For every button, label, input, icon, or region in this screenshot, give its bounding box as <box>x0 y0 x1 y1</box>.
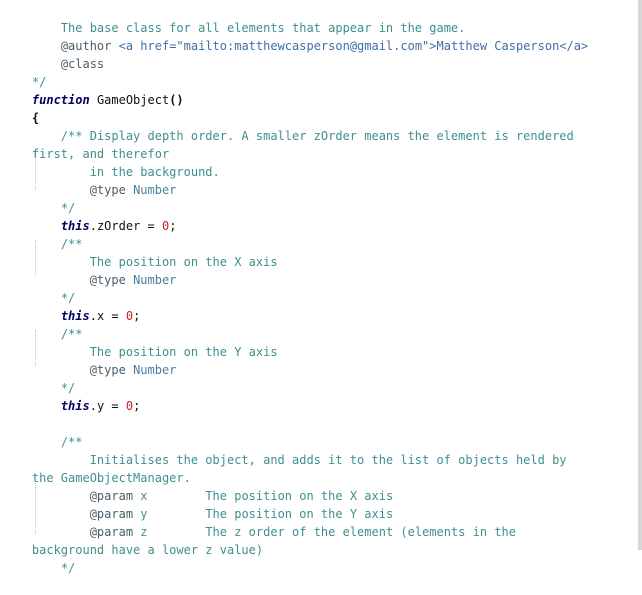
code-line: background have a lower z value) <box>3 523 263 557</box>
author-link-html: <a href="mailto:matthewcasperson@gmail.c… <box>118 39 589 53</box>
code-line: */ <box>3 361 75 395</box>
code-line: The position on the X axis <box>3 235 278 269</box>
function-keyword: function <box>31 93 90 107</box>
class-tag: @class <box>60 57 105 71</box>
code-line: @type Number <box>3 253 177 287</box>
code-line: Initialises the object, and adds it to t… <box>3 433 567 467</box>
function-parens: () <box>169 93 184 107</box>
code-line: @class <box>3 37 104 71</box>
number-literal: 0 <box>125 399 134 413</box>
type-tag: @type <box>89 183 126 197</box>
code-line: /** <box>3 217 83 251</box>
type-name: Number <box>133 273 177 287</box>
code-line: */ <box>3 181 75 215</box>
code-line: @type Number <box>3 343 177 377</box>
code-line: in the background. <box>3 145 220 179</box>
code-line: first, and therefor <box>3 127 169 161</box>
code-line: { <box>3 91 39 125</box>
property-assign: .zOrder = <box>89 219 162 233</box>
number-literal: 0 <box>125 309 134 323</box>
code-line: this.zOrder = 0; <box>3 199 177 233</box>
code-line: /** <box>3 415 83 449</box>
semicolon: ; <box>169 219 177 233</box>
code-line: */ <box>3 55 46 89</box>
code-line: /** <box>3 307 83 341</box>
property-assign: .y = <box>89 399 126 413</box>
function-name: GameObject <box>96 93 170 107</box>
semicolon: ; <box>133 399 141 413</box>
type-name: Number <box>133 183 177 197</box>
code-line: this.x = 0; <box>3 289 141 323</box>
code-line: /** Display depth order. A smaller zOrde… <box>3 109 574 143</box>
code-line: @author <a href="mailto:matthewcasperson… <box>3 19 588 53</box>
type-name: Number <box>133 363 177 377</box>
comment-close: */ <box>60 561 76 575</box>
code-line: The base class for all elements that app… <box>3 1 466 35</box>
this-keyword: this <box>60 399 90 413</box>
code-line: @param y The position on the Y axis <box>3 487 393 521</box>
type-tag: @type <box>89 273 126 287</box>
code-line: */ <box>3 541 75 575</box>
code-line: @type Number <box>3 163 177 197</box>
code-line: the GameObjectManager. <box>3 451 191 485</box>
property-assign: .x = <box>89 309 126 323</box>
code-line: @param z The z order of the element (ele… <box>3 505 516 539</box>
code-line: this.y = 0; <box>3 379 141 413</box>
type-tag: @type <box>89 363 126 377</box>
code-line: */ <box>3 271 75 305</box>
vertical-scrollbar[interactable] <box>638 0 642 550</box>
code-editor[interactable]: The base class for all elements that app… <box>0 0 642 575</box>
semicolon: ; <box>133 309 141 323</box>
code-line: @param x The position on the X axis <box>3 469 393 503</box>
code-line: The position on the Y axis <box>3 325 278 359</box>
code-line: function GameObject() <box>3 73 184 107</box>
